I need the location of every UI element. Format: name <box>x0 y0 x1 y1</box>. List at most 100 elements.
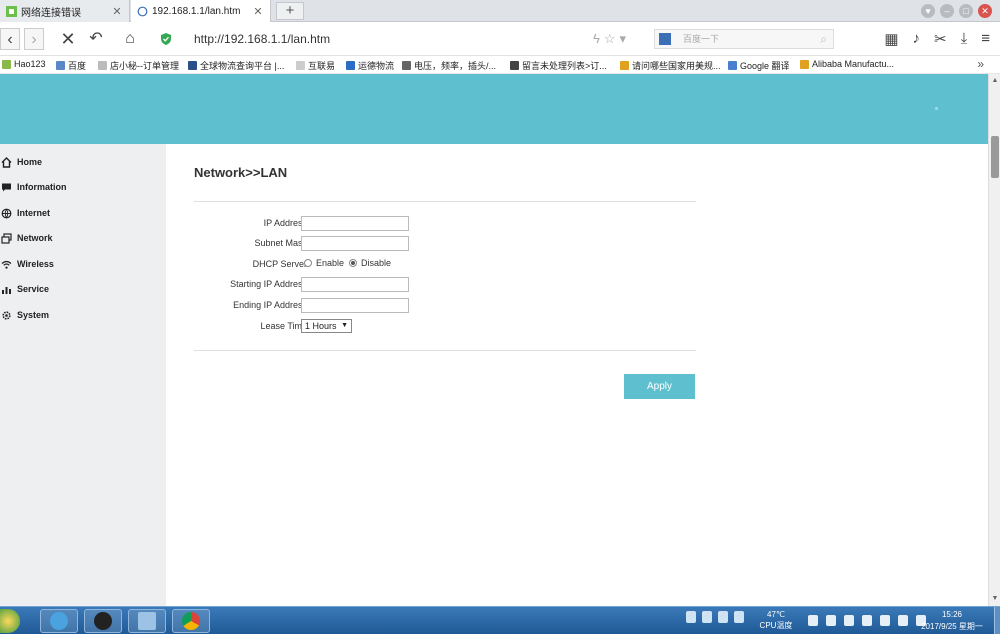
bookmark-item[interactable]: 留言未处理列表>订... <box>510 59 607 72</box>
taskbar-app-button[interactable] <box>128 609 166 633</box>
close-icon[interactable]: ✕ <box>111 5 123 18</box>
forward-button[interactable]: › <box>24 28 44 50</box>
taskbar-app-button[interactable] <box>84 609 122 633</box>
ip-address-row: IP Address <box>194 216 696 232</box>
dhcp-enable-radio[interactable]: Enable <box>304 258 344 268</box>
scroll-thumb[interactable] <box>991 136 999 178</box>
lease-time-row: Lease Time 1 Hours ▼ <box>194 319 696 335</box>
sidebar-item-home[interactable]: Home <box>0 152 42 172</box>
bookmark-item[interactable]: Google 翻译 <box>728 59 790 72</box>
start-ip-field[interactable] <box>301 277 409 292</box>
undo-icon[interactable]: ↶ <box>86 28 106 50</box>
dhcp-disable-radio[interactable]: Disable <box>349 258 391 268</box>
start-button[interactable] <box>0 609 20 633</box>
sidebar-item-label: Information <box>17 182 67 192</box>
download-icon[interactable]: ⤓ <box>961 30 968 48</box>
subnet-mask-label: Subnet Mask <box>254 238 307 248</box>
search-engine-icon[interactable] <box>659 33 671 45</box>
tray-icon[interactable] <box>702 611 712 623</box>
menu-icon[interactable]: ≡ <box>981 30 990 48</box>
close-icon[interactable]: ✕ <box>252 5 264 18</box>
qq-tray-icon[interactable] <box>844 615 854 626</box>
bookmark-item[interactable]: 全球物流查询平台 |... <box>188 59 284 72</box>
skin-icon[interactable]: ♥ <box>921 4 935 18</box>
bookmark-item[interactable]: 店小秘--订单管理 <box>98 59 179 72</box>
tray-icon[interactable] <box>734 611 744 623</box>
toolbar-icons: ▦ ♪ ✂ ⤓ ≡ <box>884 30 990 48</box>
address-bar: ‹ › ✕ ↶ ⌂ http://192.168.1.1/lan.htm ϟ☆▾… <box>0 22 1000 56</box>
tray-icon[interactable] <box>686 611 696 623</box>
system-tray <box>686 611 744 623</box>
back-button[interactable]: ‹ <box>0 28 20 50</box>
home-button-icon[interactable]: ⌂ <box>120 28 140 50</box>
bookmark-item[interactable]: 请问哪些国家用美规... <box>620 59 721 72</box>
sidebar-item-system[interactable]: System <box>0 305 49 325</box>
sidebar-item-network[interactable]: Network <box>0 228 53 248</box>
tray-icon[interactable] <box>718 611 728 623</box>
speaker-icon[interactable]: ♪ <box>913 30 921 48</box>
close-window-icon[interactable]: ✕ <box>978 4 992 18</box>
sidebar-item-information[interactable]: Information <box>0 177 67 197</box>
end-ip-field[interactable] <box>301 298 409 313</box>
scroll-up-icon[interactable]: ▲ <box>990 76 1000 86</box>
divider <box>194 201 696 202</box>
dropdown-icon[interactable]: ▾ <box>620 31 631 46</box>
scissors-icon[interactable]: ✂ <box>934 30 947 48</box>
banner-dot <box>935 107 938 110</box>
apps-icon[interactable]: ▦ <box>884 30 898 48</box>
show-desktop-button[interactable] <box>994 607 1000 634</box>
more-bookmarks-icon[interactable]: » <box>977 57 984 71</box>
bookmark-item[interactable]: 百度 <box>56 59 86 72</box>
chat-icon <box>0 181 12 193</box>
start-ip-row: Starting IP Address <box>194 277 696 293</box>
tab-connection-error[interactable]: 网络连接错误 ✕ <box>0 0 130 22</box>
sidebar-item-internet[interactable]: Internet <box>0 203 50 223</box>
page-scrollbar[interactable]: ▲ ▼ <box>988 74 1000 606</box>
window-app-icon <box>138 612 156 630</box>
bookmark-item[interactable]: Hao123 <box>2 59 46 69</box>
subnet-mask-field[interactable] <box>301 236 409 251</box>
bookmark-item[interactable]: 互联易 <box>296 59 335 72</box>
url-input[interactable]: http://192.168.1.1/lan.htm <box>194 32 330 46</box>
end-ip-label: Ending IP Address <box>233 300 307 310</box>
sidebar-item-label: Wireless <box>17 259 54 269</box>
new-tab-button[interactable]: + <box>276 2 304 20</box>
star-icon[interactable]: ☆ <box>604 31 620 46</box>
tray-icon[interactable] <box>826 615 836 626</box>
divider <box>194 350 696 351</box>
lightning-icon[interactable]: ϟ <box>593 31 604 46</box>
taskbar-app-button[interactable] <box>40 609 78 633</box>
maximize-icon[interactable]: □ <box>959 4 973 18</box>
end-ip-row: Ending IP Address <box>194 298 696 314</box>
tray-icon[interactable] <box>862 615 872 626</box>
sidebar-item-service[interactable]: Service <box>0 279 49 299</box>
sidebar-item-label: Network <box>17 233 53 243</box>
bookmark-item[interactable]: Alibaba Manufactu... <box>800 59 894 69</box>
scroll-down-icon[interactable]: ▼ <box>990 594 1000 604</box>
radio-label: Enable <box>316 258 345 268</box>
search-input[interactable]: 百度一下 ⌕ <box>654 29 834 49</box>
stop-icon[interactable]: ✕ <box>58 28 78 50</box>
main-content: Network>>LAN IP Address Subnet Mask DHCP… <box>166 144 988 606</box>
tab-lan-page[interactable]: 192.168.1.1/lan.htm ✕ <box>131 0 271 22</box>
bookmark-item[interactable]: 电压，频率，插头/... <box>402 59 496 72</box>
globe-icon <box>0 207 12 219</box>
sidebar-item-label: Service <box>17 284 50 294</box>
sidebar-item-wireless[interactable]: Wireless <box>0 254 54 274</box>
network-signal-icon[interactable] <box>898 615 908 626</box>
wifi-icon <box>0 258 12 270</box>
apply-button[interactable]: Apply <box>624 374 695 399</box>
bookmark-item[interactable]: 运德物流 <box>346 59 394 72</box>
lease-time-select[interactable]: 1 Hours ▼ <box>301 319 352 333</box>
shield-tray-icon[interactable] <box>808 615 818 626</box>
bar-chart-icon <box>0 283 12 295</box>
dhcp-server-row: DHCP Server Enable Disable <box>194 257 696 273</box>
search-icon[interactable]: ⌕ <box>820 30 827 48</box>
tray-icon[interactable] <box>880 615 890 626</box>
clock-time: 15:26 <box>941 610 963 619</box>
clock[interactable]: 15:26 2017/9/25 星期一 <box>916 609 988 633</box>
ip-address-field[interactable] <box>301 216 409 231</box>
taskbar-app-button[interactable] <box>172 609 210 633</box>
security-shield-icon[interactable] <box>160 33 172 45</box>
minimize-icon[interactable]: – <box>940 4 954 18</box>
